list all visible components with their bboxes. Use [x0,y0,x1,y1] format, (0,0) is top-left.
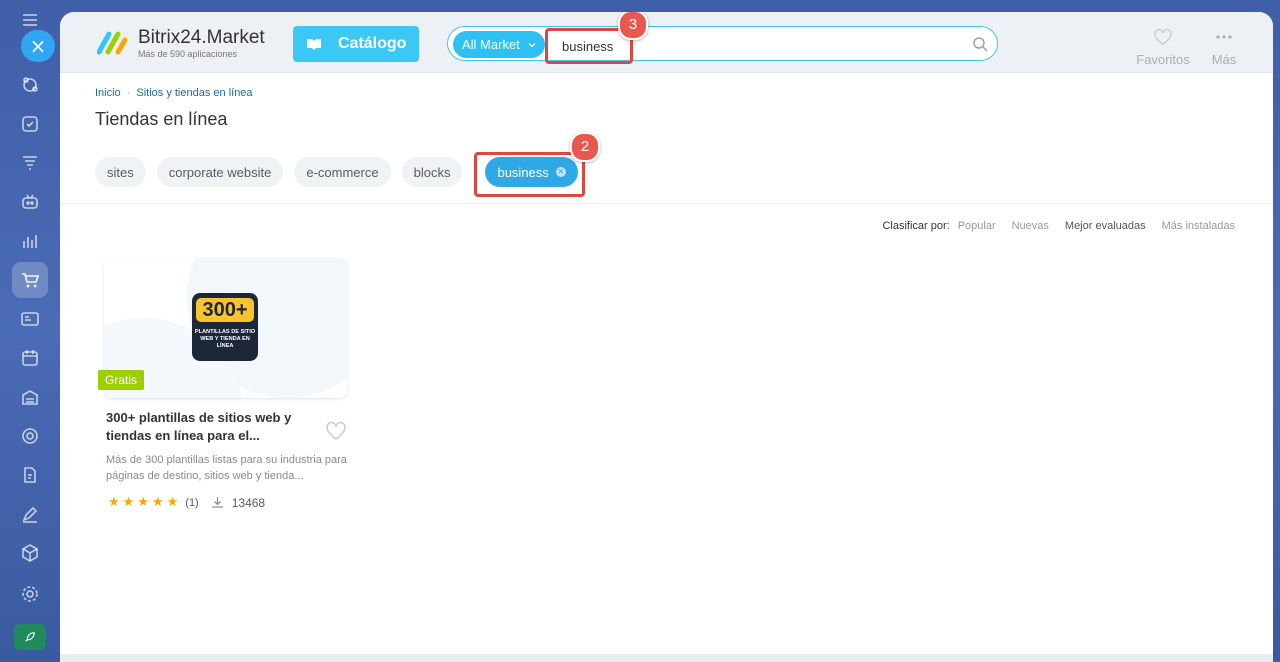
sort-bar: Clasificar por: Popular Nuevas Mejor eva… [882,220,1235,232]
chevron-down-icon [528,42,536,47]
app-icon-big-text: 300+ [196,298,254,322]
pen-icon[interactable] [19,503,41,525]
rating-stars: ★★★★★ [108,495,182,510]
tag-chip[interactable]: sites [95,157,146,187]
market-panel: Bitrix24.Market Más de 590 aplicaciones … [60,12,1273,662]
app-icon: 300+ PLANTILLAS DE SITIO WEB Y TIENDA EN… [192,293,258,361]
app-description: Más de 300 plantillas listas para su ind… [106,454,347,482]
divider [60,203,1273,204]
search-scope-label: All Market [462,37,520,52]
rating-count: (1) [185,496,199,509]
settings-gear-icon[interactable] [19,583,41,605]
breadcrumb-section[interactable]: Sitios y tiendas en línea [136,87,252,99]
analytics-icon[interactable] [19,230,41,252]
target-icon[interactable] [19,425,41,447]
favorite-heart-icon[interactable] [325,421,347,441]
bitrix-market-logo [97,31,127,55]
left-sidebar: × [0,0,60,661]
search-scope-dropdown[interactable]: All Market [453,31,545,58]
catalog-button[interactable]: Catálogo [293,26,419,62]
more-button[interactable]: Más [1202,28,1246,67]
sort-option-most-installed[interactable]: Más instaladas [1162,220,1235,232]
step-badge-3: 3 [618,12,648,40]
menu-icon[interactable] [23,14,37,26]
tag-chip[interactable]: corporate website [156,157,284,187]
download-icon [211,497,223,508]
feed-icon[interactable] [19,74,41,96]
sort-option-popular[interactable]: Popular [958,220,996,232]
brand-name: Bitrix24.Market [138,27,265,48]
close-button[interactable]: × [21,30,55,62]
page-title: Tiendas en línea [95,109,228,129]
warehouse-icon[interactable] [19,386,41,408]
more-label: Más [1211,52,1237,67]
robot-icon[interactable] [19,191,41,213]
sort-label: Clasificar por: [882,220,950,232]
favorites-button[interactable]: Favoritos [1130,28,1196,67]
brand-subtitle: Más de 590 aplicaciones [138,49,238,59]
sort-option-new[interactable]: Nuevas [1012,220,1049,232]
tag-chip[interactable]: blocks [401,157,463,187]
book-icon [307,39,321,50]
rocket-icon[interactable] [14,624,46,650]
heart-icon [1154,28,1172,45]
install-count: 13468 [231,495,266,510]
app-rating: ★★★★★ (1) 13468 [108,495,265,510]
catalog-label: Catálogo [338,35,407,52]
document-edit-icon[interactable] [19,464,41,486]
tasks-icon[interactable] [19,113,41,135]
tag-chip[interactable]: e-commerce [294,157,391,187]
box-icon[interactable] [19,542,41,564]
step-badge-2: 2 [570,132,600,162]
crm-funnel-icon[interactable] [19,152,41,174]
contact-card-icon[interactable] [19,308,41,330]
more-dots-icon [1216,35,1232,39]
app-icon-small-text: PLANTILLAS DE SITIO WEB Y TIENDA EN LÍNE… [194,329,256,349]
app-title[interactable]: 300+ plantillas de sitios web y tiendas … [106,409,321,445]
breadcrumb-home[interactable]: Inicio [95,87,121,99]
market-header: Bitrix24.Market Más de 590 aplicaciones … [60,12,1273,73]
free-badge: Gratis [98,370,145,390]
breadcrumb: Inicio · Sitios y tiendas en línea [95,87,253,99]
favorites-label: Favoritos [1136,52,1190,67]
search-icon[interactable] [972,36,988,52]
market-cart-icon[interactable] [19,269,41,291]
tag-highlight-box [474,152,585,197]
calendar-icon[interactable] [19,347,41,369]
sort-option-top-rated[interactable]: Mejor evaluadas [1065,220,1146,232]
